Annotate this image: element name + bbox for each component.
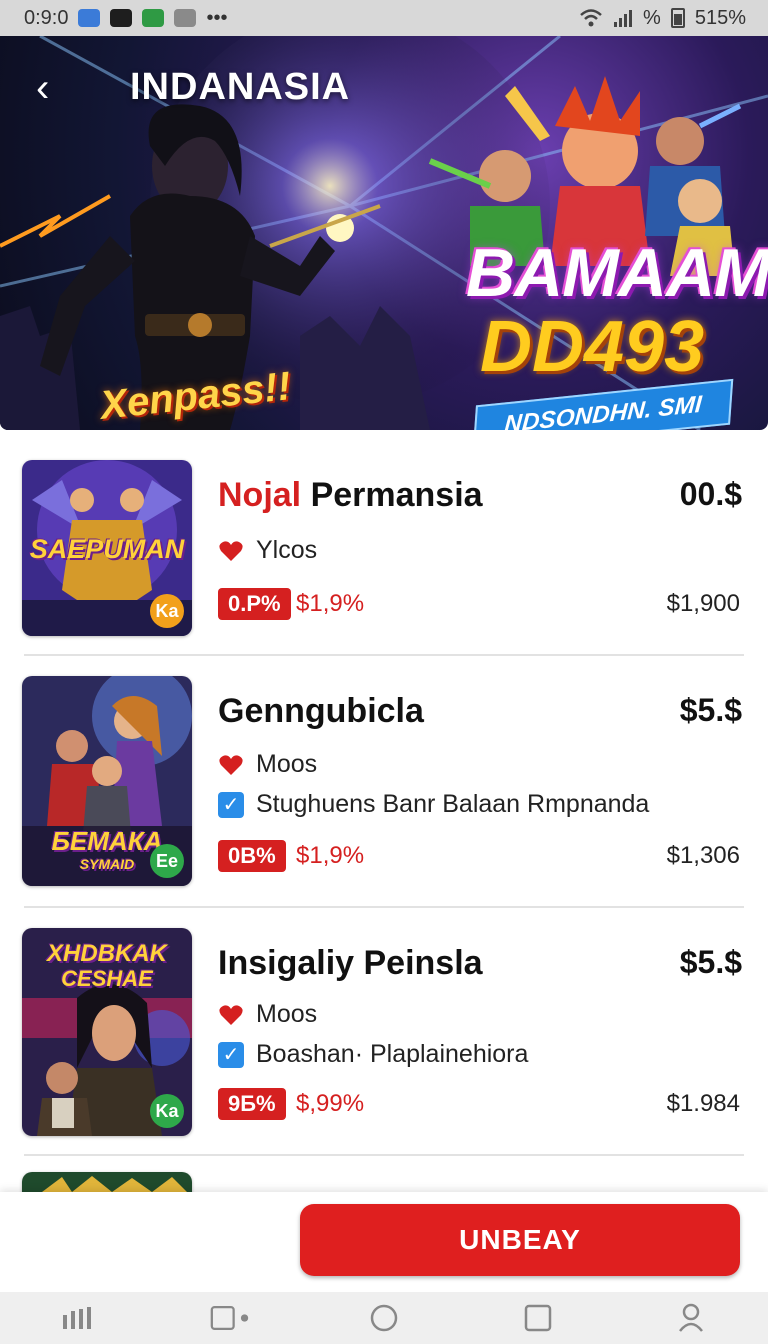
item-feature-text: Boashan· Plaplainehiora xyxy=(256,1040,529,1068)
battery-percent: 515% xyxy=(694,6,746,29)
hero-brand-line-2: DD493 xyxy=(480,307,705,387)
item-meta-row: Ylcos xyxy=(218,536,317,565)
hero-title: INDANASIA xyxy=(130,66,351,108)
divider xyxy=(24,906,744,908)
list-item[interactable]: БЕМАКА SYMAID Ee Genngubicla $5.$ Moos ✓… xyxy=(0,672,768,922)
item-meta-text: Moos xyxy=(256,750,318,778)
profile-icon[interactable] xyxy=(671,1298,711,1338)
status-right: % 515% xyxy=(579,7,746,30)
product-list: SAEPUMAN Ka Nojal Permansia 00.$ Ylcos 0… xyxy=(0,440,768,1192)
wifi-icon xyxy=(580,9,602,27)
signal-percent: % xyxy=(643,6,661,29)
item-feature-row: ✓ Stughuens Banr Balaan Rmpnanda xyxy=(218,790,649,819)
bluetooth-icon xyxy=(78,9,101,27)
item-meta-row: Moos xyxy=(218,1000,317,1029)
signal-icon xyxy=(614,10,633,27)
heart-icon[interactable] xyxy=(218,539,244,563)
item-title: Insigaliy Peinsla xyxy=(218,944,483,982)
item-title-rest: Permansia xyxy=(310,476,483,514)
item-thumbnail[interactable]: SAEPUMAN Ka xyxy=(22,460,192,636)
buy-button[interactable]: UNBEAY xyxy=(300,1204,740,1276)
item-feature-row: ✓ Boashan· Plaplainehiora xyxy=(218,1040,528,1069)
checkbox-icon[interactable]: ✓ xyxy=(218,791,244,818)
divider xyxy=(24,1154,744,1156)
list-item[interactable]: XHDBKAK CESHAE Ka Insigaliy Peinsla $5.$… xyxy=(0,924,768,1174)
status-time: 0:9:0 xyxy=(24,6,69,29)
sub-price: $1,900 xyxy=(666,590,740,617)
hero-brand-line-1: BAMAAM xyxy=(466,235,768,311)
discount-badge: 9Б% xyxy=(218,1088,286,1120)
divider xyxy=(24,654,744,656)
buy-button-label: UNBEAY xyxy=(459,1224,581,1255)
back-arrow-icon[interactable]: ‹ xyxy=(36,68,68,108)
list-item[interactable]: SAEPUMAN Ka Nojal Permansia 00.$ Ylcos 0… xyxy=(0,440,768,690)
thumbnail-art xyxy=(22,1172,192,1192)
item-thumbnail[interactable]: XHDBKAK CESHAE Ka xyxy=(22,928,192,1136)
item-title-accent: Nojal xyxy=(218,476,302,514)
home-icon[interactable] xyxy=(364,1298,404,1338)
notification-icon xyxy=(174,9,197,27)
item-title: Nojal Permansia xyxy=(218,476,483,515)
status-left: 0:9:0 ••• xyxy=(24,7,228,30)
heart-icon[interactable] xyxy=(218,753,244,777)
bottom-action-bar: UNBEAY xyxy=(0,1192,768,1292)
item-price: $5.$ xyxy=(679,944,742,980)
thumbnail-caption-sub: CESHAE xyxy=(61,966,153,991)
thumbnail-badge: Ka xyxy=(150,594,184,628)
item-meta-text: Ylcos xyxy=(256,536,318,564)
square-icon[interactable] xyxy=(210,1298,250,1338)
item-price: $5.$ xyxy=(679,692,742,728)
thumbnail-badge: Ee xyxy=(150,844,184,878)
item-title: Genngubicla xyxy=(218,692,424,730)
discount-price: $,99% xyxy=(296,1090,365,1117)
discount-badge: 0.P% xyxy=(218,588,291,620)
discount-price: $1,9% xyxy=(296,590,365,617)
thumbnail-badge: Ka xyxy=(150,1094,184,1128)
checkbox-icon[interactable]: ✓ xyxy=(218,1041,244,1068)
discount-badge: 0B% xyxy=(218,840,286,872)
item-price: 00.$ xyxy=(679,476,742,512)
status-bar: 0:9:0 ••• % 515% xyxy=(0,0,768,36)
item-thumbnail[interactable]: БЕМАКА SYMAID Ee xyxy=(22,676,192,886)
item-meta-row: Moos xyxy=(218,750,317,779)
item-meta-text: Moos xyxy=(256,1000,318,1028)
discount-price: $1,9% xyxy=(296,842,365,869)
thumbnail-caption: XHDBKAK xyxy=(47,940,167,967)
sub-price: $1,306 xyxy=(666,842,740,869)
thumbnail-caption: SAEPUMAN xyxy=(29,534,185,564)
hero-banner[interactable]: ‹ INDANASIA Xenpass!! BAMAAM DD493 NDSON… xyxy=(0,36,768,430)
status-dots: ••• xyxy=(206,6,228,29)
recents-icon[interactable] xyxy=(57,1298,97,1338)
item-feature-text: Stughuens Banr Balaan Rmpnanda xyxy=(256,790,650,818)
battery-saver-icon xyxy=(142,9,165,27)
sub-price: $1.984 xyxy=(666,1090,740,1117)
overview-icon[interactable] xyxy=(518,1298,558,1338)
app-icon xyxy=(110,9,133,27)
battery-icon xyxy=(670,8,685,28)
app-screen: 0:9:0 ••• % 515% ‹ INDANASIA Xenpass!! B… xyxy=(0,0,768,1344)
item-thumbnail[interactable] xyxy=(22,1172,192,1192)
list-item[interactable] xyxy=(0,1172,768,1192)
system-nav-bar xyxy=(0,1292,768,1344)
heart-icon[interactable] xyxy=(218,1003,244,1027)
